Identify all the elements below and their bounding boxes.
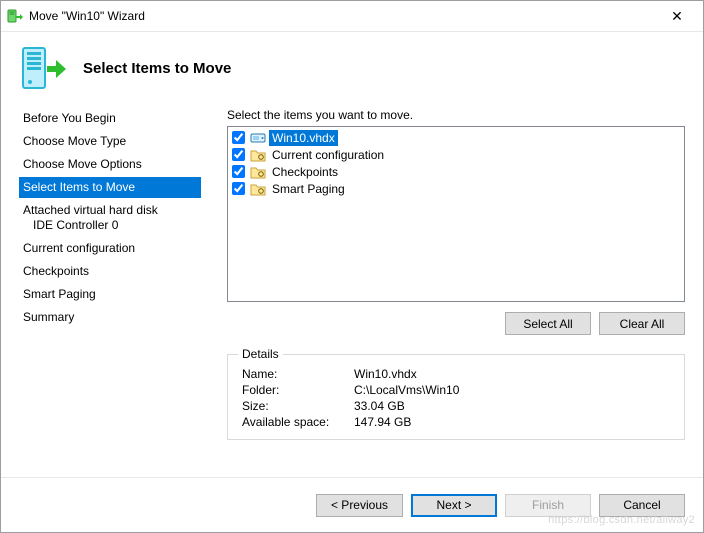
step-choose-move-type[interactable]: Choose Move Type xyxy=(19,131,201,152)
list-item[interactable]: Win10.vhdx xyxy=(231,129,681,146)
item-checkbox[interactable] xyxy=(232,131,245,144)
folder-gear-icon xyxy=(250,147,266,163)
step-select-items-to-move[interactable]: Select Items to Move xyxy=(19,177,201,198)
step-attached-vhd-label: Attached virtual hard disk xyxy=(23,203,158,217)
wizard-steps-sidebar: Before You Begin Choose Move Type Choose… xyxy=(19,106,201,467)
item-label: Checkpoints xyxy=(269,164,341,180)
folder-gear-icon xyxy=(250,181,266,197)
select-all-button[interactable]: Select All xyxy=(505,312,591,335)
details-size-value: 33.04 GB xyxy=(354,399,674,413)
wizard-body: Before You Begin Choose Move Type Choose… xyxy=(1,106,703,477)
close-button[interactable]: ✕ xyxy=(655,2,699,30)
details-avail-value: 147.94 GB xyxy=(354,415,674,429)
step-attached-vhd[interactable]: Attached virtual hard disk IDE Controlle… xyxy=(19,200,201,236)
items-listbox[interactable]: Win10.vhdx Current configuration Checkpo… xyxy=(227,126,685,302)
item-label: Smart Paging xyxy=(269,181,348,197)
step-smart-paging[interactable]: Smart Paging xyxy=(19,284,201,305)
details-group: Details Name: Win10.vhdx Folder: C:\Loca… xyxy=(227,347,685,440)
disk-icon xyxy=(250,130,266,146)
step-before-you-begin[interactable]: Before You Begin xyxy=(19,108,201,129)
clear-all-button[interactable]: Clear All xyxy=(599,312,685,335)
details-folder-value: C:\LocalVms\Win10 xyxy=(354,383,674,397)
item-checkbox[interactable] xyxy=(232,148,245,161)
instruction-text: Select the items you want to move. xyxy=(227,108,685,122)
finish-button: Finish xyxy=(505,494,591,517)
details-avail-label: Available space: xyxy=(242,415,352,429)
details-name-label: Name: xyxy=(242,367,352,381)
item-checkbox[interactable] xyxy=(232,182,245,195)
title-bar: Move "Win10" Wizard ✕ xyxy=(1,1,703,32)
server-move-icon xyxy=(19,44,67,92)
list-buttons: Select All Clear All xyxy=(227,312,685,335)
item-label: Win10.vhdx xyxy=(269,130,338,146)
wizard-content: Select the items you want to move. Win10… xyxy=(227,106,685,467)
window-title: Move "Win10" Wizard xyxy=(29,9,655,23)
folder-gear-icon xyxy=(250,164,266,180)
list-item[interactable]: Checkpoints xyxy=(231,163,681,180)
wizard-footer: < Previous Next > Finish Cancel xyxy=(1,477,703,532)
item-label: Current configuration xyxy=(269,147,387,163)
previous-button[interactable]: < Previous xyxy=(316,494,403,517)
wizard-window: Move "Win10" Wizard ✕ Select Items to Mo… xyxy=(0,0,704,533)
step-summary[interactable]: Summary xyxy=(19,307,201,328)
list-item[interactable]: Current configuration xyxy=(231,146,681,163)
details-legend: Details xyxy=(238,347,283,361)
step-choose-move-options[interactable]: Choose Move Options xyxy=(19,154,201,175)
step-checkpoints[interactable]: Checkpoints xyxy=(19,261,201,282)
step-ide-controller-label: IDE Controller 0 xyxy=(23,218,118,233)
details-folder-label: Folder: xyxy=(242,383,352,397)
item-checkbox[interactable] xyxy=(232,165,245,178)
details-name-value: Win10.vhdx xyxy=(354,367,674,381)
app-icon xyxy=(7,8,23,24)
details-size-label: Size: xyxy=(242,399,352,413)
cancel-button[interactable]: Cancel xyxy=(599,494,685,517)
wizard-header: Select Items to Move xyxy=(1,32,703,106)
step-current-configuration[interactable]: Current configuration xyxy=(19,238,201,259)
page-title: Select Items to Move xyxy=(83,60,231,77)
next-button[interactable]: Next > xyxy=(411,494,497,517)
list-item[interactable]: Smart Paging xyxy=(231,180,681,197)
